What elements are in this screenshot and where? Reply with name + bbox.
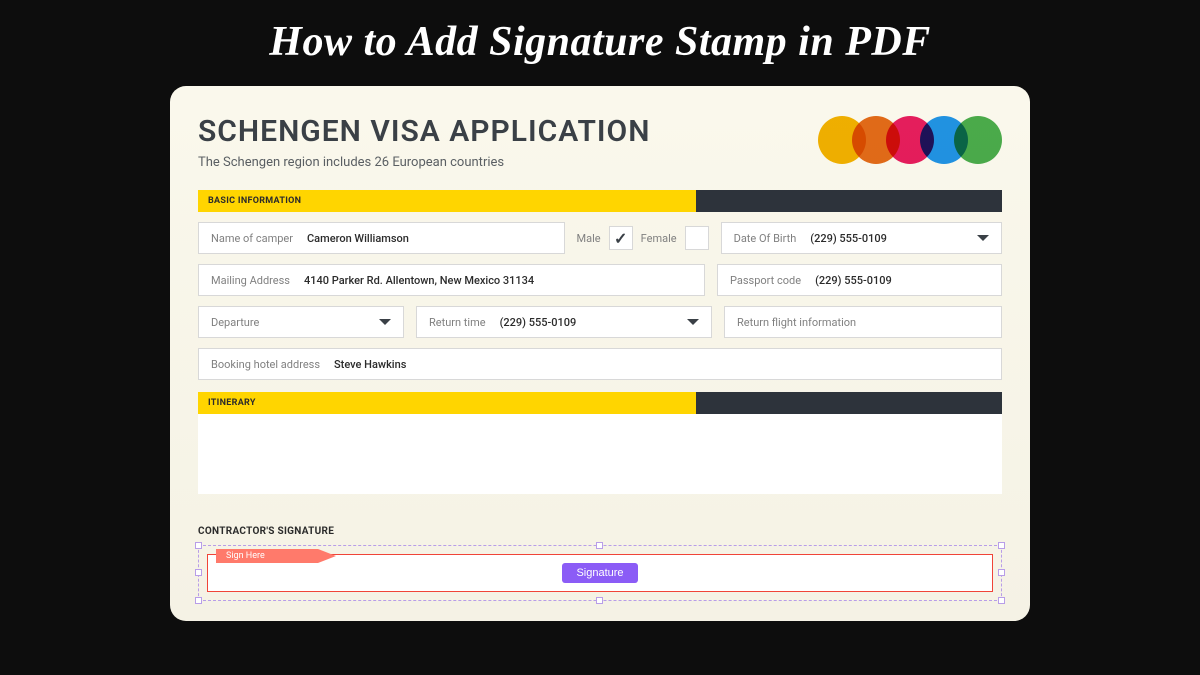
passport-label: Passport code [730, 274, 801, 287]
sign-here-tag: Sign Here [216, 549, 336, 563]
check-icon: ✓ [614, 229, 627, 248]
chevron-down-icon [687, 319, 699, 325]
mailing-value: 4140 Parker Rd. Allentown, New Mexico 31… [304, 274, 534, 287]
booking-label: Booking hotel address [211, 358, 320, 371]
chevron-down-icon [977, 235, 989, 241]
resize-handle[interactable] [998, 569, 1005, 576]
section-header-label: ITINERARY [198, 392, 696, 414]
form-document: SCHENGEN VISA APPLICATION The Schengen r… [170, 86, 1030, 621]
return-time-value: (229) 555-0109 [500, 316, 577, 329]
color-circles-logo [818, 116, 1002, 164]
resize-handle[interactable] [195, 542, 202, 549]
mailing-field[interactable]: Mailing Address 4140 Parker Rd. Allentow… [198, 264, 705, 296]
return-flight-field[interactable]: Return flight information [724, 306, 1002, 338]
resize-handle[interactable] [998, 542, 1005, 549]
signature-section: CONTRACTOR'S SIGNATURE Sign Here Signatu… [198, 526, 1002, 601]
return-time-label: Return time [429, 316, 486, 329]
departure-label: Departure [211, 316, 259, 329]
dob-value: (229) 555-0109 [810, 232, 887, 245]
return-time-field[interactable]: Return time (229) 555-0109 [416, 306, 712, 338]
male-checkbox[interactable]: ✓ [609, 226, 633, 250]
male-label: Male [577, 232, 601, 245]
dob-label: Date Of Birth [734, 232, 797, 245]
section-header-basic: BASIC INFORMATION [198, 190, 1002, 212]
name-label: Name of camper [211, 232, 293, 245]
itinerary-body[interactable] [198, 414, 1002, 494]
resize-handle[interactable] [195, 569, 202, 576]
gender-group: Male ✓ Female [577, 222, 709, 254]
mailing-label: Mailing Address [211, 274, 290, 287]
booking-value: Steve Hawkins [334, 358, 406, 371]
resize-handle[interactable] [596, 597, 603, 604]
return-flight-label: Return flight information [737, 316, 856, 329]
female-checkbox[interactable] [685, 226, 709, 250]
booking-field[interactable]: Booking hotel address Steve Hawkins [198, 348, 1002, 380]
section-header-accent [696, 392, 1002, 414]
circle-icon [954, 116, 1002, 164]
female-label: Female [641, 232, 677, 245]
resize-handle[interactable] [998, 597, 1005, 604]
signature-label: CONTRACTOR'S SIGNATURE [198, 526, 1002, 537]
page-title: How to Add Signature Stamp in PDF [0, 0, 1200, 66]
form-header: SCHENGEN VISA APPLICATION The Schengen r… [198, 114, 1002, 170]
chevron-down-icon [379, 319, 391, 325]
resize-handle[interactable] [596, 542, 603, 549]
resize-handle[interactable] [195, 597, 202, 604]
signature-button[interactable]: Signature [562, 563, 637, 583]
passport-value: (229) 555-0109 [815, 274, 892, 287]
section-header-label: BASIC INFORMATION [198, 190, 696, 212]
section-header-itinerary: ITINERARY [198, 392, 1002, 414]
signature-field-selection[interactable]: Sign Here Signature [198, 545, 1002, 601]
name-field[interactable]: Name of camper Cameron Williamson [198, 222, 565, 254]
section-header-accent [696, 190, 1002, 212]
signature-inner-box[interactable]: Sign Here Signature [207, 554, 993, 592]
departure-field[interactable]: Departure [198, 306, 404, 338]
dob-field[interactable]: Date Of Birth (229) 555-0109 [721, 222, 1002, 254]
name-value: Cameron Williamson [307, 232, 409, 245]
passport-field[interactable]: Passport code (229) 555-0109 [717, 264, 1002, 296]
